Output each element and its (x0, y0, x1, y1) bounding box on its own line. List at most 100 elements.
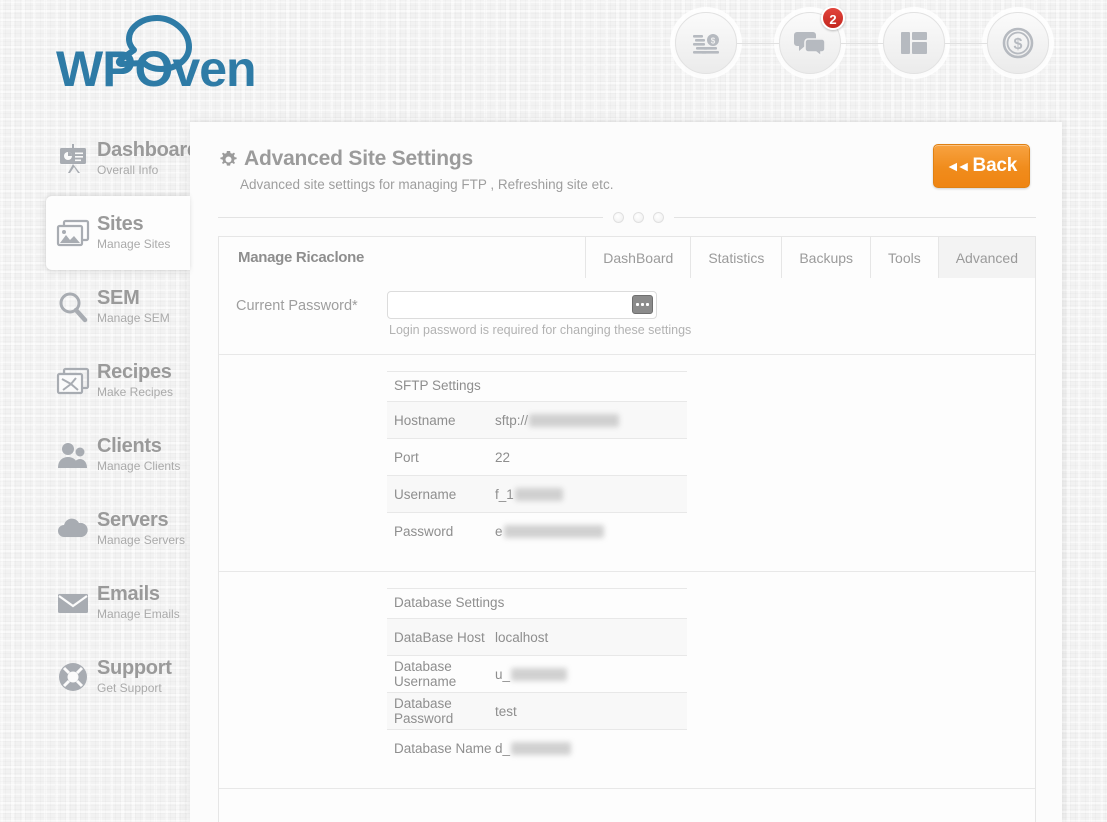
left-sidebar: Dashboard Overall Info Sites Manage Site… (0, 122, 199, 822)
row-value-text: 22 (495, 449, 511, 465)
page-subtitle: Advanced site settings for managing FTP … (240, 177, 614, 192)
database-settings-title: Database Settings (387, 588, 687, 618)
table-row: Password e (387, 512, 687, 549)
sidebar-item-servers[interactable]: Servers Manage Servers (0, 492, 190, 566)
sidebar-item-clients[interactable]: Clients Manage Clients (0, 418, 190, 492)
header-icon-slot-3 (841, 12, 945, 74)
header-icon-slot-4: $ (945, 12, 1049, 74)
tab-bar: Manage Ricaclone DashBoard Statistics Ba… (218, 236, 1036, 278)
sidebar-item-support[interactable]: Support Get Support (0, 640, 190, 714)
dollar-coin-icon[interactable]: $ (987, 12, 1049, 74)
database-settings-table: Database Settings DataBase Host localhos… (387, 588, 687, 766)
svg-text:$: $ (1014, 36, 1023, 53)
password-reveal-icon[interactable] (632, 295, 653, 314)
sidebar-item-label: Servers (97, 509, 169, 531)
sidebar-item-sublabel: Manage SEM (97, 311, 170, 325)
sftp-settings-table: SFTP Settings Hostname sftp:// Port 22 U… (387, 371, 687, 549)
row-value: d_ (495, 740, 572, 756)
wpoven-logo[interactable]: WPOven (50, 8, 270, 100)
chat-unread-badge: 2 (821, 6, 845, 30)
sidebar-item-label: Clients (97, 435, 162, 457)
top-header: WPOven $ 2 $ (0, 0, 1107, 112)
sidebar-item-label: Support (97, 657, 172, 679)
row-value: f_1 (495, 487, 563, 502)
current-password-input-wrapper (387, 291, 657, 319)
sidebar-item-sublabel: Make Recipes (97, 385, 174, 399)
back-arrow-icon: ◄◄ (945, 158, 971, 174)
sidebar-item-sites[interactable]: Sites Manage Sites (46, 196, 190, 270)
tab-tools[interactable]: Tools (870, 237, 938, 278)
sidebar-item-sublabel: Get Support (97, 681, 162, 695)
row-value: e (495, 524, 604, 539)
redacted-value (511, 667, 568, 681)
images-stack-icon (55, 217, 91, 249)
row-value: 22 (495, 450, 510, 465)
row-value-text: f_1 (495, 486, 514, 502)
table-row: Database Password test (387, 692, 687, 729)
coins-stack-icon[interactable]: $ (675, 12, 737, 74)
header-connector-line (945, 43, 987, 44)
row-value: sftp:// (495, 413, 620, 428)
svg-text:WPOven: WPOven (56, 41, 256, 97)
row-value: test (495, 704, 517, 719)
row-key: Database Password (394, 696, 454, 726)
divider-dot (653, 211, 664, 223)
sidebar-item-sublabel: Manage Emails (97, 607, 180, 621)
page-title-text: Advanced Site Settings (244, 147, 473, 170)
divider-dot (613, 211, 624, 223)
tab-content-advanced: Current Password* Login password is requ… (218, 278, 1036, 822)
redacted-value (514, 487, 563, 501)
cloud-icon (55, 513, 91, 545)
row-key: Database Name (394, 740, 492, 756)
recipe-image-icon (55, 365, 91, 397)
sidebar-item-sem[interactable]: SEM Manage SEM (0, 270, 190, 344)
redacted-value (503, 524, 604, 538)
site-name-label: Manage Ricaclone (238, 249, 365, 266)
row-value-text: d_ (495, 740, 511, 756)
tab-advanced[interactable]: Advanced (937, 237, 1035, 278)
sidebar-item-recipes[interactable]: Recipes Make Recipes (0, 344, 190, 418)
row-value-text: test (495, 703, 517, 719)
sidebar-item-sublabel: Overall Info (97, 163, 159, 177)
divider-dot (633, 211, 644, 223)
table-row: Hostname sftp:// (387, 401, 687, 438)
tab-backups[interactable]: Backups (781, 237, 870, 278)
current-password-input[interactable] (387, 291, 657, 319)
back-button[interactable]: ◄◄ Back (933, 144, 1030, 188)
panel-header: Advanced Site Settings Advanced site set… (190, 122, 1062, 222)
current-password-section: Current Password* Login password is requ… (219, 278, 1035, 355)
row-value-text: localhost (495, 629, 549, 645)
svg-text:$: $ (711, 37, 716, 46)
divider-line-right (674, 216, 1036, 218)
redacted-value (511, 741, 572, 755)
sidebar-item-sublabel: Manage Clients (97, 459, 181, 473)
sidebar-item-dashboard[interactable]: Dashboard Overall Info (0, 122, 199, 196)
tab-statistics[interactable]: Statistics (690, 237, 781, 278)
sidebar-item-label: SEM (97, 287, 140, 309)
row-value: localhost (495, 630, 548, 645)
sidebar-item-emails[interactable]: Emails Manage Emails (0, 566, 190, 640)
divider-line-left (218, 216, 603, 218)
header-connector-line (841, 43, 883, 44)
row-key: Hostname (394, 412, 456, 428)
database-settings-block: Database Settings DataBase Host localhos… (219, 572, 1035, 789)
magnifier-icon (55, 291, 91, 323)
sidebar-item-label: Sites (97, 213, 144, 235)
row-value: u_ (495, 666, 568, 682)
row-key: DataBase Host (394, 629, 485, 645)
sidebar-item-sublabel: Manage Sites (97, 237, 171, 251)
row-key: Password (394, 523, 454, 539)
tab-dashboard[interactable]: DashBoard (585, 237, 690, 278)
table-row: Database Username u_ (387, 655, 687, 692)
sftp-settings-block: SFTP Settings Hostname sftp:// Port 22 U… (219, 355, 1035, 572)
header-icon-slot-2: 2 (737, 6, 845, 74)
layout-panels-icon[interactable] (883, 12, 945, 74)
lifebuoy-icon (55, 661, 91, 693)
sidebar-item-sublabel: Manage Servers (97, 533, 186, 547)
divider-dots (603, 211, 674, 223)
back-button-label: Back (972, 155, 1018, 176)
row-value-text: u_ (495, 666, 511, 682)
page-title: Advanced Site Settings (220, 147, 1032, 171)
header-icon-slot-1: $ (675, 12, 737, 74)
gear-icon (220, 150, 237, 168)
